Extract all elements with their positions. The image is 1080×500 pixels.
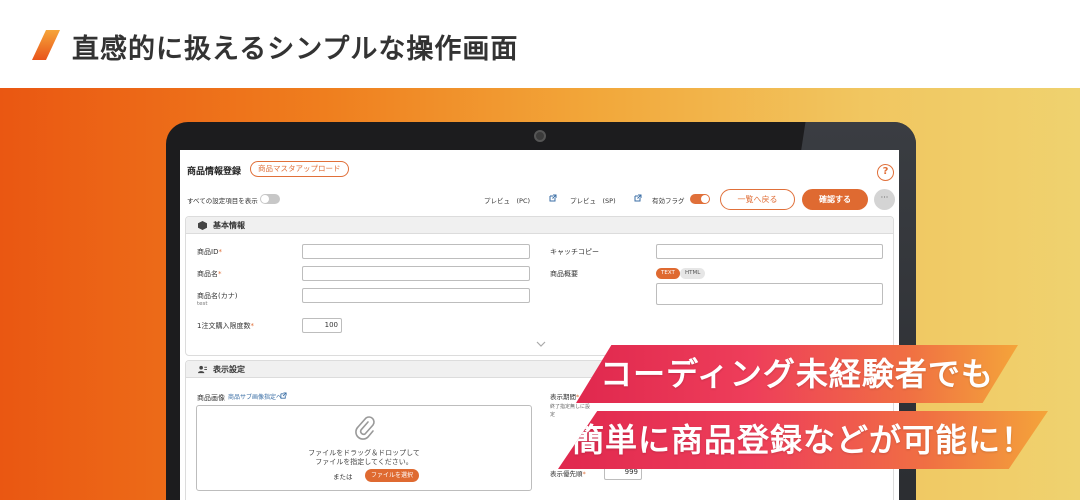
- sub-image-link[interactable]: 商品サブ画像指定へ: [228, 392, 282, 401]
- display-settings-title: 表示設定: [213, 365, 245, 374]
- page-title: 商品情報登録: [187, 167, 242, 177]
- basic-info-panel: 基本情報 商品ID* 商品名* 商品名(カナ) test 1注文購入限度数* 1…: [185, 216, 894, 356]
- summary-label: 商品概要: [550, 270, 578, 278]
- product-name-label: 商品名*: [197, 270, 222, 278]
- help-icon[interactable]: ?: [877, 164, 894, 181]
- display-sort-label: 表示優先順*: [550, 470, 586, 478]
- active-flag-label: 有効フラグ: [652, 197, 685, 205]
- html-mode-tab[interactable]: HTML: [680, 268, 706, 279]
- banner-easy-register: 簡単に商品登録などが可能に！: [558, 411, 1048, 469]
- title-bar: 直感的に扱えるシンプルな操作画面: [0, 0, 1080, 88]
- dropzone-text-2: ファイルを指定してください。: [315, 458, 413, 466]
- chevron-down-icon[interactable]: [536, 341, 546, 347]
- product-id-input[interactable]: [302, 244, 530, 259]
- product-kana-input[interactable]: [302, 288, 530, 303]
- display-period-note-2: 定: [550, 412, 556, 418]
- external-link-icon[interactable]: [634, 194, 642, 202]
- catch-copy-label: キャッチコピー: [550, 248, 599, 256]
- headline: 直感的に扱えるシンプルな操作画面: [72, 34, 519, 65]
- active-flag-toggle[interactable]: [690, 194, 710, 204]
- basic-info-title: 基本情報: [213, 221, 245, 230]
- product-id-label: 商品ID*: [197, 248, 222, 256]
- product-kana-label: 商品名(カナ): [197, 292, 238, 300]
- slash-mark-icon: [32, 30, 60, 60]
- more-button[interactable]: ···: [874, 189, 895, 210]
- catch-copy-input[interactable]: [656, 244, 883, 259]
- confirm-button[interactable]: 確認する: [802, 189, 868, 210]
- display-period-note: 終了指定無しに設: [550, 404, 591, 410]
- back-to-list-button[interactable]: 一覧へ戻る: [720, 189, 795, 210]
- basic-info-header[interactable]: 基本情報: [186, 217, 893, 234]
- external-link-icon[interactable]: [549, 194, 557, 202]
- text-mode-tab[interactable]: TEXT: [656, 268, 680, 279]
- summary-textarea[interactable]: [656, 283, 883, 305]
- display-period-label: 表示期間*: [550, 393, 580, 401]
- user-display-icon: [198, 365, 207, 374]
- product-master-upload-button[interactable]: 商品マスタアップロード: [250, 161, 349, 177]
- preview-sp-link[interactable]: プレビュ (SP): [570, 195, 616, 205]
- webcam-icon: [534, 130, 546, 142]
- banner-line-1: コーディング未経験者でも: [600, 355, 994, 393]
- show-all-settings-toggle[interactable]: [260, 194, 280, 204]
- paperclip-icon: [355, 416, 375, 440]
- banner-no-coding: コーディング未経験者でも: [576, 345, 1018, 403]
- max-qty-label: 1注文購入限度数*: [197, 322, 254, 330]
- product-name-input[interactable]: [302, 266, 530, 281]
- banner-line-2: 簡単に商品登録などが可能に！: [571, 421, 1034, 459]
- select-file-button[interactable]: ファイルを選択: [365, 469, 420, 482]
- show-all-settings-label: すべての設定項目を表示: [187, 197, 258, 205]
- cube-icon: [198, 221, 207, 230]
- preview-pc-link[interactable]: プレビュ (PC): [484, 195, 530, 205]
- external-link-icon[interactable]: [280, 392, 287, 399]
- max-qty-input[interactable]: 100: [302, 318, 342, 333]
- image-dropzone[interactable]: ファイルをドラッグ＆ドロップして ファイルを指定してください。 または ファイル…: [196, 405, 532, 491]
- or-text: または: [333, 473, 353, 481]
- product-image-label: 商品画像: [197, 394, 225, 402]
- product-kana-hint: test: [197, 301, 208, 307]
